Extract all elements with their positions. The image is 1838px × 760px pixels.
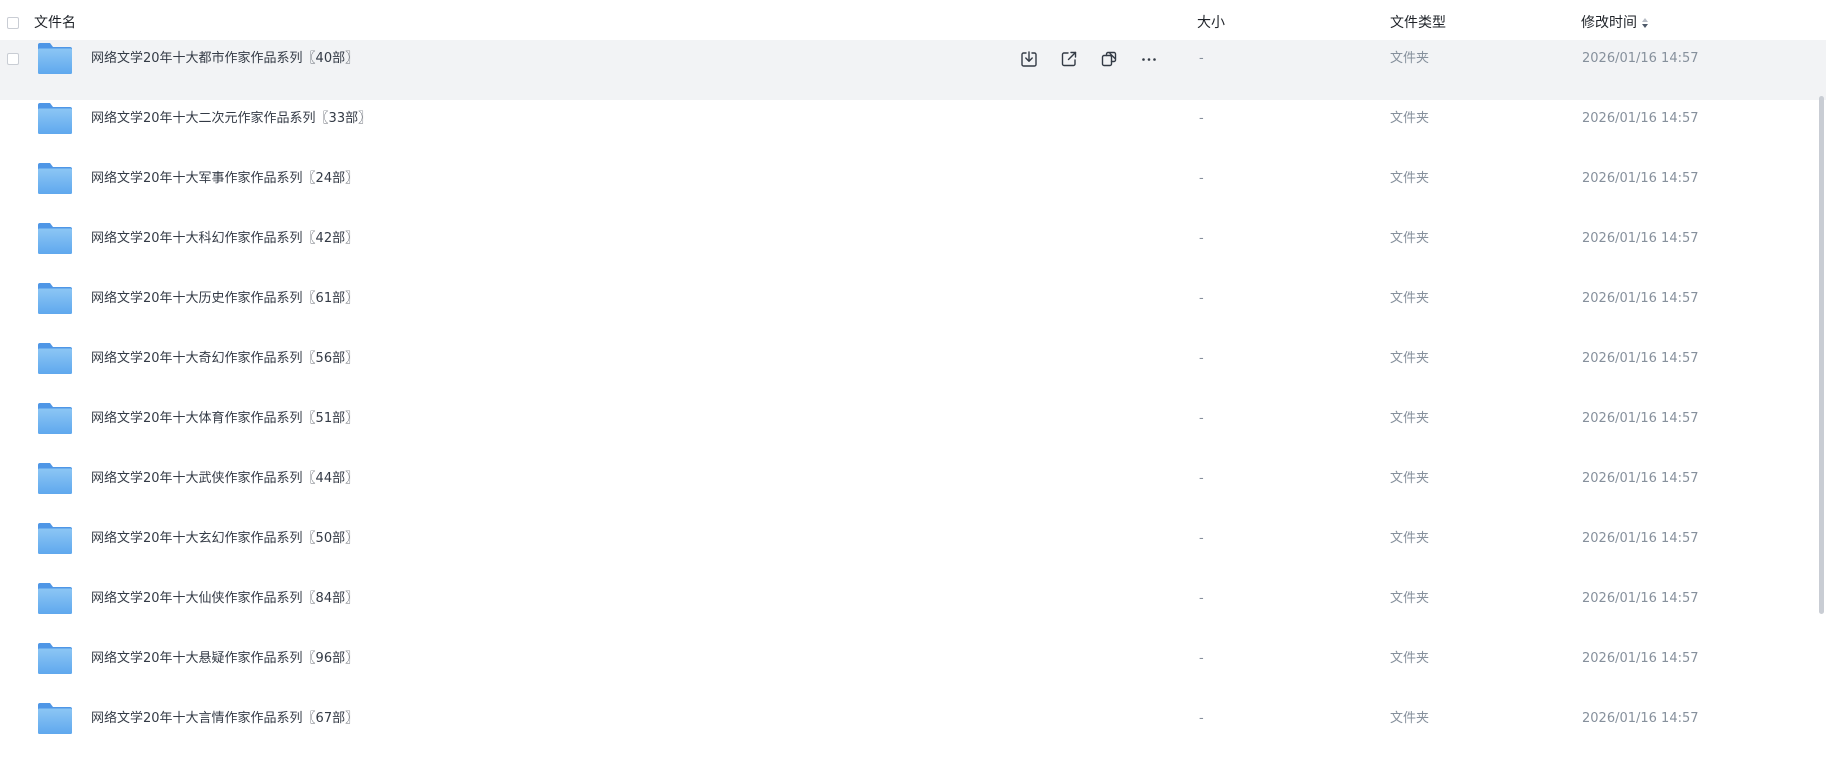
file-size: - [1199,171,1204,186]
file-type: 文件夹 [1390,231,1430,246]
file-list: 文件名 大小 文件类型 修改时间 网络文学20年十大都市作家作品系列〖40部〗 -… [0,0,1826,747]
table-row[interactable]: 网络文学20年十大科幻作家作品系列〖42部〗 - 文件夹 2026/01/16 14:… [0,220,1826,280]
file-type: 文件夹 [1390,111,1430,126]
table-row[interactable]: 网络文学20年十大仙侠作家作品系列〖84部〗 - 文件夹 2026/01/16 14:… [0,580,1826,640]
folder-icon [37,462,73,495]
folder-icon [37,702,73,735]
file-size: - [1199,471,1204,486]
file-name-link[interactable]: 网络文学20年十大都市作家作品系列〖40部〗 [91,40,358,78]
modified-time: 2026/01/16 14:57 [1582,51,1699,66]
modified-time: 2026/01/16 14:57 [1582,231,1699,246]
folder-icon [37,282,73,315]
modified-time: 2026/01/16 14:57 [1582,531,1699,546]
table-row[interactable]: 网络文学20年十大体育作家作品系列〖51部〗 - 文件夹 2026/01/16 14:… [0,400,1826,460]
select-all-checkbox[interactable] [7,17,19,29]
table-row[interactable]: 网络文学20年十大武侠作家作品系列〖44部〗 - 文件夹 2026/01/16 14:… [0,460,1826,520]
file-size: - [1199,111,1204,126]
table-row[interactable]: 网络文学20年十大军事作家作品系列〖24部〗 - 文件夹 2026/01/16 14:… [0,160,1826,220]
modified-time: 2026/01/16 14:57 [1582,411,1699,426]
folder-icon [37,522,73,555]
file-size: - [1199,51,1204,66]
file-type: 文件夹 [1390,531,1430,546]
file-size: - [1199,231,1204,246]
modified-time: 2026/01/16 14:57 [1582,171,1699,186]
share-icon[interactable] [1058,48,1080,70]
row-actions [1018,48,1160,70]
file-name-link[interactable]: 网络文学20年十大言情作家作品系列〖67部〗 [91,700,358,738]
table-row[interactable]: 网络文学20年十大历史作家作品系列〖61部〗 - 文件夹 2026/01/16 14:… [0,280,1826,340]
folder-icon [37,642,73,675]
file-name-link[interactable]: 网络文学20年十大悬疑作家作品系列〖96部〗 [91,640,358,678]
file-type: 文件夹 [1390,471,1430,486]
file-type: 文件夹 [1390,351,1430,366]
folder-icon [37,342,73,375]
modified-time: 2026/01/16 14:57 [1582,711,1699,726]
folder-icon [37,222,73,255]
file-rows: 网络文学20年十大都市作家作品系列〖40部〗 - 文件夹 2026/01/16 14:… [0,40,1826,760]
file-type: 文件夹 [1390,171,1430,186]
table-row[interactable]: 网络文学20年十大玄幻作家作品系列〖50部〗 - 文件夹 2026/01/16 14:… [0,520,1826,580]
table-row[interactable]: 网络文学20年十大悬疑作家作品系列〖96部〗 - 文件夹 2026/01/16 14:… [0,640,1826,700]
download-icon[interactable] [1018,48,1040,70]
file-size: - [1199,351,1204,366]
file-size: - [1199,711,1204,726]
row-checkbox[interactable] [7,53,19,65]
modified-time: 2026/01/16 14:57 [1582,351,1699,366]
modified-time: 2026/01/16 14:57 [1582,111,1699,126]
modified-time: 2026/01/16 14:57 [1582,291,1699,306]
vertical-scrollbar[interactable] [1819,96,1824,614]
folder-icon [37,162,73,195]
file-name-link[interactable]: 网络文学20年十大体育作家作品系列〖51部〗 [91,400,358,438]
table-row[interactable]: 网络文学20年十大奇幻作家作品系列〖56部〗 - 文件夹 2026/01/16 14:… [0,340,1826,400]
file-name-link[interactable]: 网络文学20年十大玄幻作家作品系列〖50部〗 [91,520,358,558]
file-size: - [1199,531,1204,546]
file-name-link[interactable]: 网络文学20年十大仙侠作家作品系列〖84部〗 [91,580,358,618]
file-type: 文件夹 [1390,651,1430,666]
modified-time: 2026/01/16 14:57 [1582,591,1699,606]
file-size: - [1199,591,1204,606]
file-name-link[interactable]: 网络文学20年十大奇幻作家作品系列〖56部〗 [91,340,358,378]
modified-time: 2026/01/16 14:57 [1582,651,1699,666]
file-name-link[interactable]: 网络文学20年十大科幻作家作品系列〖42部〗 [91,220,358,258]
file-name-link[interactable]: 网络文学20年十大军事作家作品系列〖24部〗 [91,160,358,198]
folder-icon [37,402,73,435]
folder-icon [37,42,73,75]
file-type: 文件夹 [1390,291,1430,306]
file-name-link[interactable]: 网络文学20年十大二次元作家作品系列〖33部〗 [91,100,371,138]
file-type: 文件夹 [1390,411,1430,426]
file-size: - [1199,411,1204,426]
file-name-link[interactable]: 网络文学20年十大历史作家作品系列〖61部〗 [91,280,358,318]
table-row[interactable]: 网络文学20年十大都市作家作品系列〖40部〗 - 文件夹 2026/01/16 14:… [0,40,1826,100]
file-size: - [1199,651,1204,666]
copy-link-icon[interactable] [1098,48,1120,70]
file-name-link[interactable]: 网络文学20年十大武侠作家作品系列〖44部〗 [91,460,358,498]
modified-time: 2026/01/16 14:57 [1582,471,1699,486]
folder-icon [37,582,73,615]
file-size: - [1199,291,1204,306]
sort-desc-icon[interactable] [1642,18,1648,28]
table-row[interactable]: 网络文学20年十大二次元作家作品系列〖33部〗 - 文件夹 2026/01/16 14… [0,100,1826,160]
file-type: 文件夹 [1390,711,1430,726]
table-row[interactable]: 网络文学20年十大言情作家作品系列〖67部〗 - 文件夹 2026/01/16 14:… [0,700,1826,760]
file-type: 文件夹 [1390,591,1430,606]
more-icon[interactable] [1138,48,1160,70]
folder-icon [37,102,73,135]
column-header-modified-time-label: 修改时间 [1581,15,1637,31]
file-type: 文件夹 [1390,51,1430,66]
